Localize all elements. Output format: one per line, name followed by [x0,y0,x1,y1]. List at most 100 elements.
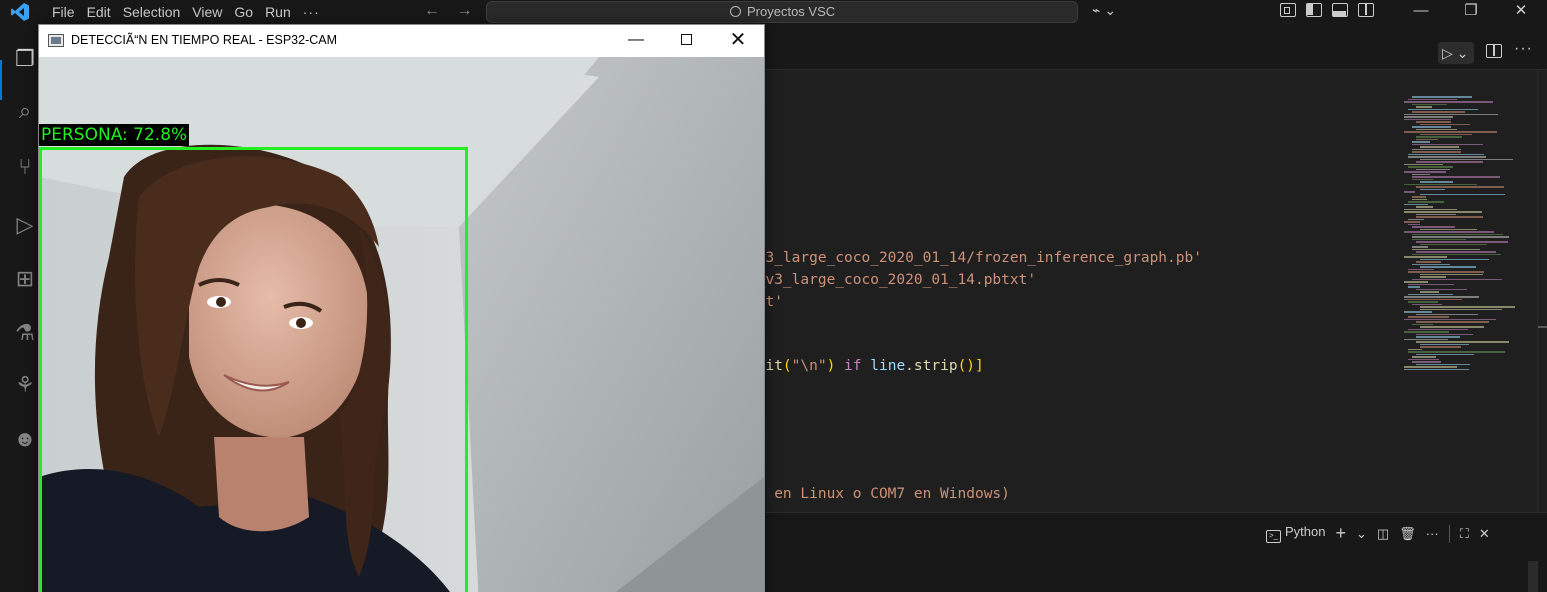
menu-more-button[interactable]: ··· [297,3,326,21]
copilot-icon[interactable]: ⌁ ⌄ [1092,2,1116,19]
opencv-window-title-bar[interactable]: DETECCIÃ“N EN TIEMPO REAL - ESP32-CAM — … [39,25,764,57]
platformio-icon[interactable]: ☻ [12,426,38,452]
minimap-line [1408,286,1420,288]
terminal-scrollbar[interactable] [1528,561,1538,592]
code-line[interactable]: plit("\n") if line.strip()] [748,358,984,374]
minimap-line [1408,201,1444,203]
terminal-dropdown-icon[interactable]: ⌄ [1356,526,1367,542]
minimap-line [1416,168,1450,170]
minimap-line [1408,98,1457,100]
minimap-line [1420,308,1502,310]
toggle-primary-sidebar-icon[interactable] [1306,3,1322,17]
code-token: _v3_large_coco_2020_01_14/frozen_inferen… [748,250,1202,266]
minimap-line [1408,358,1439,360]
minimap-line [1412,143,1483,145]
vscode-logo-icon[interactable] [10,2,30,22]
minimap-line [1420,346,1461,348]
explorer-icon[interactable]: ❐ [12,46,38,72]
minimap-line [1404,331,1449,333]
command-center-search[interactable]: Proyectos VSC [486,1,1078,23]
minimap-line [1412,103,1447,105]
run-debug-icon[interactable]: ▷ [12,212,38,238]
minimap-line [1404,318,1496,320]
code-token: . [905,358,914,374]
window-minimize-button[interactable]: — [1398,0,1444,24]
minimap-line [1416,136,1462,138]
testing-icon[interactable]: ⚗ [12,320,38,346]
toggle-secondary-sidebar-icon[interactable] [1358,3,1374,17]
python-icon[interactable]: ⚘ [12,372,38,398]
opencv-window[interactable]: DETECCIÃ“N EN TIEMPO REAL - ESP32-CAM — … [38,24,765,592]
terminal-more-button[interactable]: ··· [1426,526,1439,541]
detection-label: PERSONA: 72.8% [39,124,190,146]
source-control-icon[interactable]: ⑂ [12,154,38,180]
minimap-line [1412,226,1455,228]
minimap-line [1416,206,1433,208]
code-line[interactable]: t_v3_large_coco_2020_01_14.pbtxt' [748,272,1036,288]
menu-item-run[interactable]: Run [259,3,297,21]
minimap[interactable] [1404,96,1538,376]
minimap-line [1404,338,1448,340]
toggle-panel-icon[interactable] [1332,3,1348,17]
menu-item-selection[interactable]: Selection [117,3,187,21]
forward-arrow-icon[interactable]: → [456,2,472,19]
screen: File Edit Selection View Go Run ··· ← → … [0,0,1547,592]
kill-terminal-icon[interactable]: 🗑 [1399,526,1416,542]
terminal-profile[interactable]: >_ Python [1266,524,1325,543]
minimap-line [1404,221,1420,223]
minimap-line [1416,251,1496,253]
menu-item-file[interactable]: File [46,3,81,21]
minimap-line [1420,276,1446,278]
minimap-line [1412,196,1426,198]
minimap-line [1420,158,1513,160]
back-arrow-icon[interactable]: ← [424,2,440,19]
menu-item-edit[interactable]: Edit [81,3,117,21]
camera-frame: PERSONA: 72.8% [39,57,764,592]
search-view-icon[interactable]: ⌕ [12,98,38,124]
minimap-line [1416,313,1478,315]
minimap-line [1408,166,1453,168]
terminal-profile-label: Python [1285,524,1326,539]
cv-close-button[interactable]: ✕ [715,25,761,57]
customize-layout-icon[interactable] [1280,3,1296,17]
split-terminal-icon[interactable]: ◫ [1377,526,1389,542]
window-close-button[interactable]: ✕ [1498,0,1544,24]
minimap-line [1420,123,1470,125]
split-editor-icon[interactable] [1486,44,1502,58]
minimap-line [1416,128,1457,130]
close-panel-button[interactable]: ✕ [1479,526,1490,542]
editor-more-actions-button[interactable]: ··· [1514,40,1533,58]
run-python-file-button[interactable]: ▷ ⌄ [1438,42,1474,64]
minimap-line [1416,353,1474,355]
scrollbar-thumb[interactable] [1538,326,1547,328]
new-terminal-button[interactable]: + [1335,523,1346,544]
minimap-line [1412,278,1502,280]
code-token: if [844,358,871,374]
minimap-line [1404,163,1443,165]
minimap-line [1412,151,1461,153]
extensions-icon[interactable]: ⊞ [12,266,38,292]
minimap-line [1404,118,1451,120]
minimap-line [1408,301,1438,303]
minimap-line [1416,321,1489,323]
minimap-line [1416,121,1451,123]
minimap-line [1416,138,1438,140]
minimap-line [1412,356,1436,358]
cv-maximize-button[interactable] [663,25,709,57]
editor-scrollbar[interactable] [1537,70,1547,530]
minimap-line [1404,368,1469,370]
menu-item-go[interactable]: Go [228,3,259,21]
minimap-line [1404,281,1428,283]
maximize-panel-icon[interactable]: ⛶ [1460,526,1469,542]
minimap-line [1404,191,1415,193]
minimap-line [1404,296,1479,298]
active-indicator [0,60,2,100]
minimap-line [1416,186,1504,188]
cv-minimize-button[interactable]: — [613,25,659,57]
menu-item-view[interactable]: View [186,3,228,21]
minimap-line [1412,173,1430,175]
minimap-line [1420,181,1453,183]
code-line[interactable]: m0 en Linux o COM7 en Windows) [748,486,1010,502]
window-restore-button[interactable]: ❐ [1448,0,1494,24]
code-line[interactable]: _v3_large_coco_2020_01_14/frozen_inferen… [748,250,1202,266]
